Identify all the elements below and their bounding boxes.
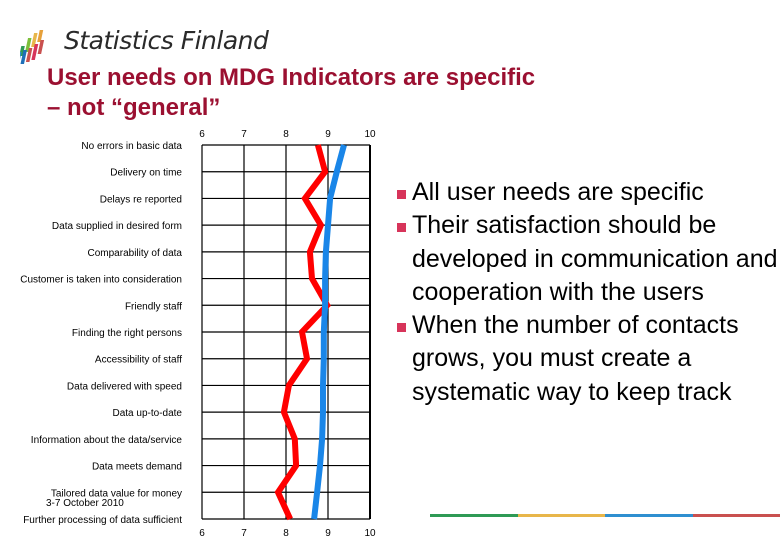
x-tick-label-bottom: 6 [199,528,205,539]
color-stripe-divider [430,514,780,517]
x-tick-label-bottom: 8 [283,528,289,539]
category-label: No errors in basic data [81,141,182,152]
category-label: Further processing of data sufficient [23,515,182,526]
category-label: Delivery on time [110,168,182,179]
category-label: Information about the data/service [31,435,183,446]
x-tick-label-bottom: 9 [325,528,331,539]
category-label: Friendly staff [125,301,182,312]
stripe-segment [430,514,518,517]
category-label: Finding the right persons [72,328,182,339]
footer-date: 3-7 October 2010 [46,498,124,509]
stripe-segment [692,514,780,517]
bullet-item: Their satisfaction should be developed i… [396,209,780,309]
x-tick-label-bottom: 7 [241,528,247,539]
category-label: Comparability of data [88,248,183,259]
bullet-text: When the number of contacts grows, you m… [412,311,739,406]
category-label: Data supplied in desired form [52,221,182,232]
bullet-square-icon [397,323,406,333]
category-label: Customer is taken into consideration [20,275,182,286]
category-label: Data meets demand [92,462,182,473]
x-tick-label-top: 9 [325,129,331,140]
x-tick-label-top: 8 [283,129,289,140]
bullet-item: When the number of contacts grows, you m… [396,309,780,409]
category-label: Delays re reported [100,194,182,205]
x-tick-label-top: 6 [199,129,205,140]
stripe-segment [517,514,605,517]
bullet-text: Their satisfaction should be developed i… [412,211,778,306]
x-tick-label-top: 7 [241,129,247,140]
bullet-square-icon [397,223,406,233]
bullet-text: All user needs are specific [412,178,704,206]
bullet-list: All user needs are specific Their satisf… [396,176,780,409]
category-label: Data delivered with speed [67,381,182,392]
x-tick-label-bottom: 10 [364,528,376,539]
category-label: Accessibility of staff [95,355,182,366]
bullet-item: All user needs are specific [396,176,780,209]
user-needs-chart: 6 6 7 7 8 8 9 9 10 10 No errors in basic data Deliv… [20,129,376,539]
x-tick-label-top: 10 [364,129,376,140]
bullet-square-icon [397,190,406,199]
stripe-segment [605,514,693,517]
category-label: Data up-to-date [113,408,183,419]
